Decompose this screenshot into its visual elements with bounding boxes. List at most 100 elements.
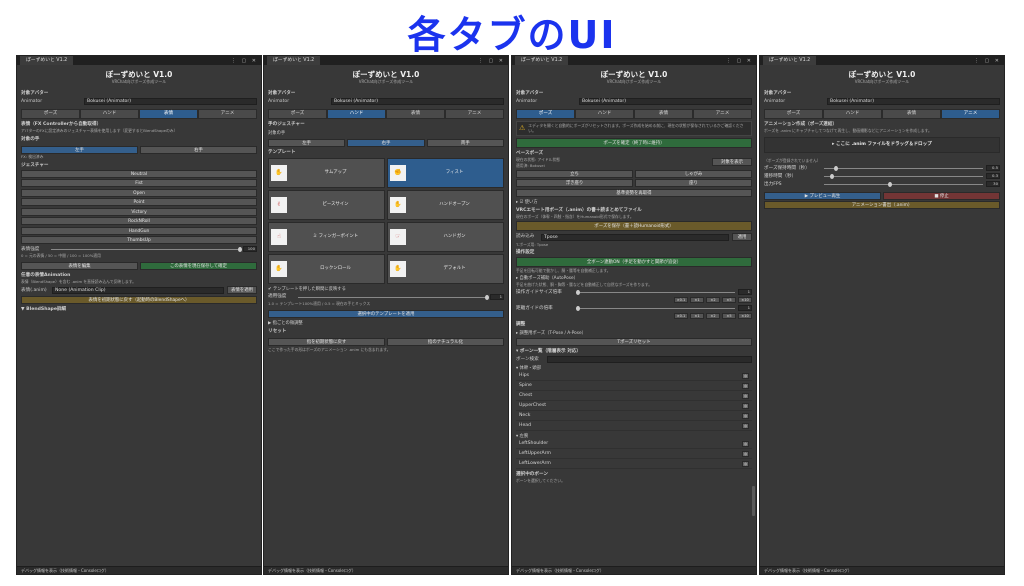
debug-footer[interactable]: デバッグ情報を表示（技術情報・Consoleログ） [264, 566, 508, 574]
gesture-fist-button[interactable]: Fist [21, 179, 257, 188]
template-rocknroll[interactable]: ✋ ロックンロール [268, 253, 385, 284]
tab-expression[interactable]: 表情 [882, 109, 941, 120]
debug-footer[interactable]: デバッグ情報を表示（技術情報・Consoleログ） [512, 566, 756, 574]
debug-footer[interactable]: デバッグ情報を表示（技術情報・Consoleログ） [17, 566, 261, 574]
adjust-pose-toggle[interactable]: ▸ 調整用ポーズ（T-Pose / A-Pose） [516, 331, 752, 336]
blendshape-detail-toggle[interactable]: ▼ BlendShape詳細 [21, 307, 257, 313]
preview-button[interactable]: ▶ プレビュー再生 [764, 191, 881, 200]
step-button[interactable]: ×1 [690, 313, 704, 320]
window-controls[interactable]: ⋮ ▢ ✕ [231, 58, 258, 64]
anim-setting-value[interactable]: 30 [986, 181, 1000, 188]
tab-hand[interactable]: ハンド [575, 109, 634, 120]
window-tab[interactable]: ぽーずめいと V1.2 [515, 56, 569, 65]
tab-hand[interactable]: ハンド [823, 109, 882, 120]
bone-list-title[interactable]: ▾ ボーン一覧（階層表示 対応） [516, 349, 752, 355]
rotation-knob[interactable] [576, 289, 580, 295]
rotation-value[interactable]: 1 [738, 289, 752, 296]
stand-button[interactable]: 立ち [516, 169, 633, 178]
hand-both-button[interactable]: 両手 [426, 139, 504, 148]
gesture-rocknroll-button[interactable]: RockNRoll [21, 217, 257, 226]
template-peace[interactable]: ✌ ピースサイン [268, 189, 385, 220]
tab-anim[interactable]: アニメ [445, 109, 504, 120]
tab-hand[interactable]: ハンド [80, 109, 139, 120]
t-reset-button[interactable]: Tポーズリセット [516, 337, 752, 346]
step-button[interactable]: ×5 [722, 313, 736, 320]
hand-right-button[interactable]: 右手 [140, 145, 257, 154]
anim-drop-zone[interactable]: ▸ ここに .anim ファイルをドラッグ＆ドロップ [764, 136, 1000, 153]
usage-toggle[interactable]: ▸ ☑ 使い方 [516, 200, 752, 205]
bone-select-icon[interactable]: ◎ [742, 412, 749, 419]
strength-slider[interactable]: 表情強度 100 [21, 246, 257, 253]
auto-pose-toggle[interactable]: ▸ 自動ポーズ補助（AutoPose） [516, 276, 752, 281]
save-pose-button[interactable]: ポーズを保存（書＋読Humanoid形式） [516, 221, 752, 232]
animator-field[interactable]: Bokusei (Animator) [579, 98, 752, 106]
animator-field[interactable]: Bokusei (Animator) [331, 98, 504, 106]
tab-anim[interactable]: アニメ [941, 109, 1000, 120]
distance-knob[interactable] [576, 305, 580, 311]
hand-left-button[interactable]: 左手 [21, 145, 138, 154]
all-bones-button[interactable]: 全ボーン連動ON（手足を動かすと関節が追従） [516, 257, 752, 268]
tab-hand[interactable]: ハンド [327, 109, 386, 120]
list-item[interactable]: Head ◎ [516, 421, 752, 432]
bone-select-icon[interactable]: ◎ [742, 450, 749, 457]
step-button[interactable]: ×0.1 [674, 313, 688, 320]
stop-button[interactable]: ■ 停止 [883, 191, 1000, 200]
list-item[interactable]: Hips ◎ [516, 371, 752, 382]
list-item[interactable]: LeftUpperArm ◎ [516, 449, 752, 460]
restore-expression-button[interactable]: 表情を初期状態に戻す（起動時のBlendShapeへ） [21, 295, 257, 304]
hand-right-button[interactable]: 右手 [347, 139, 425, 148]
template-fist[interactable]: ✊ フィスト [387, 157, 504, 188]
rotation-slider[interactable]: 操作ガイドサイズ倍率 1 [516, 289, 752, 296]
tab-anim[interactable]: アニメ [693, 109, 752, 120]
select-base-button[interactable]: 基準姿勢を再取得 [516, 188, 752, 197]
anim-setting-slider[interactable]: ポーズ保持時間（秒） 0.5 [764, 165, 1000, 172]
confirm-pose-button[interactable]: ポーズを確定（終了時に維持） [516, 137, 752, 148]
blend-value[interactable]: 1 [490, 294, 504, 301]
tab-expression[interactable]: 表情 [634, 109, 693, 120]
strength-knob[interactable] [238, 246, 242, 252]
load-apply-button[interactable]: 適用 [732, 233, 752, 242]
tab-anim[interactable]: アニメ [198, 109, 257, 120]
bone-select-icon[interactable]: ◎ [742, 392, 749, 399]
gesture-neutral-button[interactable]: Neutral [21, 169, 257, 178]
distance-slider[interactable]: 距離ガイドの倍率 1 [516, 305, 752, 312]
list-item[interactable]: Neck ◎ [516, 411, 752, 422]
window-controls[interactable]: ⋮ ▢ ✕ [726, 58, 753, 64]
show-target-button[interactable]: 対象を表示 [712, 157, 752, 166]
window-tab[interactable]: ぽーずめいと V1.2 [763, 56, 817, 65]
anim-setting-value[interactable]: 0.5 [986, 165, 1000, 172]
hand-left-button[interactable]: 左手 [268, 139, 346, 148]
list-item[interactable]: LeftShoulder ◎ [516, 439, 752, 450]
scrollbar[interactable] [752, 486, 755, 516]
template-handgun[interactable]: ☞ ハンドガン [387, 221, 504, 252]
bone-select-icon[interactable]: ◎ [742, 402, 749, 409]
bone-select-icon[interactable]: ◎ [742, 422, 749, 429]
blend-slider[interactable]: 適用強度 1 [268, 294, 504, 301]
anim-setting-slider[interactable]: 出力FPS 30 [764, 181, 1000, 188]
tab-expression[interactable]: 表情 [139, 109, 198, 120]
list-item[interactable]: Spine ◎ [516, 381, 752, 392]
bone-select-icon[interactable]: ◎ [742, 460, 749, 467]
sit-float-button[interactable]: 浮き座り [516, 179, 633, 188]
animator-field[interactable]: Bokusei (Animator) [827, 98, 1000, 106]
bone-select-icon[interactable]: ◎ [742, 382, 749, 389]
step-button[interactable]: ×0.1 [674, 297, 688, 304]
tab-pose[interactable]: ポーズ [268, 109, 327, 120]
list-item[interactable]: LeftLowerArm ◎ [516, 459, 752, 470]
bone-select-icon[interactable]: ◎ [742, 440, 749, 447]
gesture-handgun-button[interactable]: HandGun [21, 226, 257, 235]
window-tab[interactable]: ぽーずめいと V1.2 [267, 56, 321, 65]
bone-search-input[interactable] [547, 356, 752, 364]
gesture-victory-button[interactable]: Victory [21, 207, 257, 216]
step-button[interactable]: ×10 [738, 297, 752, 304]
bone-select-icon[interactable]: ◎ [742, 372, 749, 379]
save-expression-button[interactable]: この表情を現在保存して確定 [140, 261, 257, 270]
step-button[interactable]: ×2 [706, 313, 720, 320]
step-button[interactable]: ×10 [738, 313, 752, 320]
window-controls[interactable]: ⋮ ▢ ✕ [478, 58, 505, 64]
export-anim-button[interactable]: アニメーション書出（.anim） [764, 201, 1000, 210]
apply-on-click-checkbox[interactable]: ✔ テンプレートを押した瞬間に反映する [268, 287, 504, 292]
crouch-button[interactable]: しゃがみ [635, 169, 752, 178]
load-field[interactable]: Tpose [541, 233, 729, 241]
tab-pose[interactable]: ポーズ [21, 109, 80, 120]
